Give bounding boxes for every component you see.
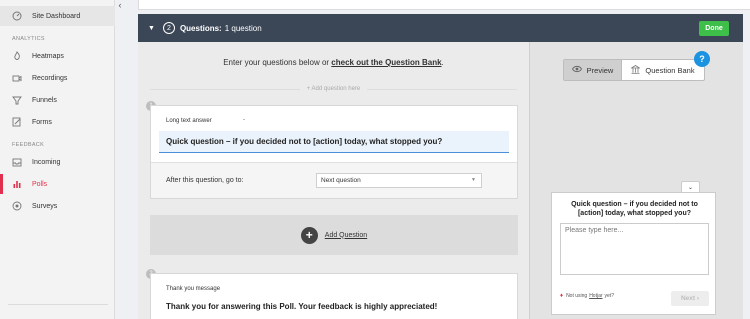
- sidebar-item-surveys[interactable]: Surveys: [0, 196, 115, 216]
- section-title: Questions:: [179, 23, 222, 33]
- question-card[interactable]: Long text answer - Quick question – if y…: [150, 105, 518, 199]
- sidebar-item-label: Forms: [32, 118, 52, 126]
- add-question-here-label: + Add question here: [306, 86, 361, 92]
- section-label-feedback: FEEDBACK: [12, 142, 45, 148]
- question-bank-tab-label: Question Bank: [645, 65, 695, 75]
- footer-prefix: Not using: [566, 293, 588, 299]
- sidebar-item-label: Recordings: [32, 74, 68, 82]
- question-count: 1 question: [224, 23, 262, 33]
- plus-icon: +: [300, 226, 318, 244]
- add-question-label: Add Question: [324, 231, 368, 239]
- divider: [367, 89, 517, 90]
- survey-icon: [12, 201, 22, 211]
- done-button[interactable]: Done: [699, 21, 729, 36]
- sidebar: Site Dashboard ANALYTICS Heatmaps Record…: [0, 0, 115, 319]
- sidebar-item-incoming[interactable]: Incoming: [0, 152, 115, 172]
- intro-text: Enter your questions below or check out …: [138, 58, 529, 67]
- eye-icon: [571, 65, 582, 75]
- widget-collapse-button[interactable]: ⌄: [681, 181, 700, 192]
- speedometer-icon: [12, 11, 22, 21]
- next-label: Next: [680, 295, 696, 302]
- question-editor: Enter your questions below or check out …: [138, 42, 529, 319]
- sidebar-item-polls[interactable]: Polls: [0, 174, 115, 194]
- poll-widget-preview: Quick question – if you decided not to […: [551, 192, 716, 315]
- widget-question-text: Quick question – if you decided not to […: [571, 201, 698, 217]
- add-question-here-link[interactable]: + Add question here: [138, 86, 529, 92]
- sidebar-item-label: Heatmaps: [32, 52, 64, 60]
- sidebar-item-heatmaps[interactable]: Heatmaps: [0, 46, 115, 66]
- question-type-label[interactable]: Long text answer: [166, 118, 212, 124]
- intro-prefix: Enter your questions below or: [223, 58, 332, 67]
- top-panel-edge: [138, 0, 750, 10]
- inbox-icon: [12, 157, 22, 167]
- widget-answer-textarea[interactable]: Please type here...: [560, 223, 709, 275]
- footer-suffix: yet?: [604, 293, 614, 299]
- flame-icon: [12, 51, 22, 61]
- chevron-down-icon: ⌄: [687, 184, 694, 191]
- chevron-right-icon: ›: [696, 295, 700, 302]
- add-question-button[interactable]: + Add Question: [150, 215, 518, 255]
- chevron-left-icon[interactable]: ‹: [115, 0, 125, 10]
- chevron-down-icon: ▼: [471, 177, 476, 183]
- sidebar-item-recordings[interactable]: Recordings: [0, 68, 115, 88]
- pencil-icon: [12, 117, 22, 127]
- question-bank-link[interactable]: check out the Question Bank: [331, 58, 441, 67]
- intro-period: .: [441, 58, 444, 67]
- sidebar-item-label: Funnels: [32, 96, 57, 104]
- sidebar-item-forms[interactable]: Forms: [0, 112, 115, 132]
- hotjar-flame-icon: ♦: [560, 293, 564, 299]
- bank-icon: [630, 64, 642, 76]
- sidebar-item-label: Site Dashboard: [32, 12, 81, 20]
- sidebar-item-label: Polls: [32, 180, 48, 188]
- sidebar-item-label: Surveys: [32, 202, 58, 210]
- thankyou-card[interactable]: Thank you message Thank you for answerin…: [150, 273, 518, 319]
- hotjar-link[interactable]: Hotjar: [589, 293, 602, 299]
- funnel-icon: [12, 95, 22, 105]
- preview-tab[interactable]: Preview: [564, 60, 622, 80]
- section-label-analytics: ANALYTICS: [12, 36, 45, 42]
- thankyou-type-label: Thank you message: [166, 286, 221, 292]
- widget-footer: ♦ Not using Hotjar yet?: [560, 293, 614, 299]
- sidebar-divider: [8, 304, 108, 305]
- questions-header[interactable]: ▼ 2 Questions: 1 question Done: [138, 14, 743, 42]
- question-text-input[interactable]: Quick question – if you decided not to […: [159, 131, 509, 153]
- question-logic-row: After this question, go to: Next questio…: [151, 162, 517, 198]
- widget-next-button[interactable]: Next ›: [671, 291, 709, 306]
- preview-toggle: Preview Question Bank: [563, 59, 705, 81]
- caret-down-icon[interactable]: ▼: [148, 25, 155, 32]
- next-step-select[interactable]: Next question ▼: [316, 173, 482, 188]
- camera-icon: [12, 73, 22, 83]
- sidebar-item-site-dashboard[interactable]: Site Dashboard: [0, 6, 115, 26]
- next-step-value: Next question: [321, 177, 361, 184]
- preview-tab-label: Preview: [586, 65, 614, 75]
- question-type-dash: -: [243, 117, 245, 123]
- divider: [150, 89, 300, 90]
- question-bank-tab[interactable]: Question Bank: [622, 60, 704, 80]
- thankyou-message-input[interactable]: Thank you for answering this Poll. Your …: [166, 302, 437, 311]
- sidebar-item-funnels[interactable]: Funnels: [0, 90, 115, 110]
- after-question-label: After this question, go to:: [166, 177, 244, 184]
- preview-pane: Preview Question Bank ? ⌄ Quick question…: [529, 42, 743, 319]
- chart-icon: [12, 179, 22, 189]
- sidebar-item-label: Incoming: [32, 158, 61, 166]
- help-icon[interactable]: ?: [694, 51, 710, 67]
- step-number-badge: 2: [162, 22, 175, 34]
